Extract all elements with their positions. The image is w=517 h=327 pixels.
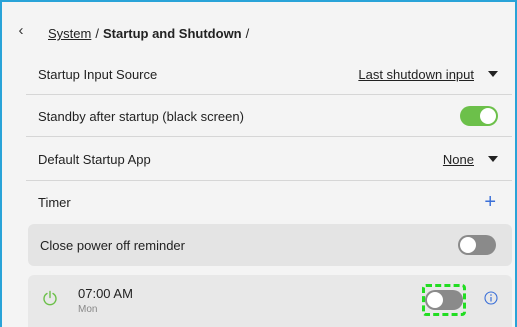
standby-label: Standby after startup (black screen) [38,108,244,124]
plus-icon[interactable]: + [484,192,496,212]
standby-toggle[interactable] [460,106,498,126]
toggle-knob [427,292,443,308]
breadcrumb: System / Startup and Shutdown / [48,26,253,41]
startup-input-value[interactable]: Last shutdown input [358,67,474,82]
startup-input-row[interactable]: Startup Input Source Last shutdown input [26,56,512,92]
timer-entry-toggle[interactable] [425,290,463,310]
info-icon[interactable] [484,291,498,305]
back-button[interactable]: ‹ [14,21,28,39]
standby-row[interactable]: Standby after startup (black screen) [26,96,512,136]
startup-app-row[interactable]: Default Startup App None [26,138,512,180]
divider [26,136,512,137]
power-icon [43,290,57,306]
startup-app-value[interactable]: None [443,152,474,167]
caret-down-icon [488,71,498,77]
startup-input-label: Startup Input Source [38,66,158,82]
settings-window: ‹ System / Startup and Shutdown / Startup I… [0,0,517,327]
chevron-left-icon: ‹ [18,21,24,39]
power-off-reminder-toggle[interactable] [458,235,496,255]
header: ‹ System / Startup and Shutdown / [4,4,515,56]
startup-app-label: Default Startup App [38,151,151,167]
timer-entry-card[interactable]: 07:00 AM Mon [28,275,512,327]
toggle-knob [460,237,476,253]
breadcrumb-system-link[interactable]: System [48,26,91,41]
toggle-knob [480,108,496,124]
breadcrumb-separator: / [95,26,99,41]
startup-input-dropdown[interactable]: Last shutdown input [358,67,498,82]
page-title: Startup and Shutdown [102,26,242,41]
caret-down-icon [488,156,498,162]
timer-days: Mon [78,304,98,315]
breadcrumb-trailing-separator: / [245,26,250,41]
timer-row: Timer + [26,182,512,222]
timer-label: Timer [38,194,71,210]
power-off-reminder-label: Close power off reminder [40,238,185,253]
divider [26,180,512,181]
divider [26,94,512,95]
timer-time: 07:00 AM [78,286,133,301]
power-off-reminder-card: Close power off reminder [28,224,512,266]
startup-app-dropdown[interactable]: None [443,152,498,167]
